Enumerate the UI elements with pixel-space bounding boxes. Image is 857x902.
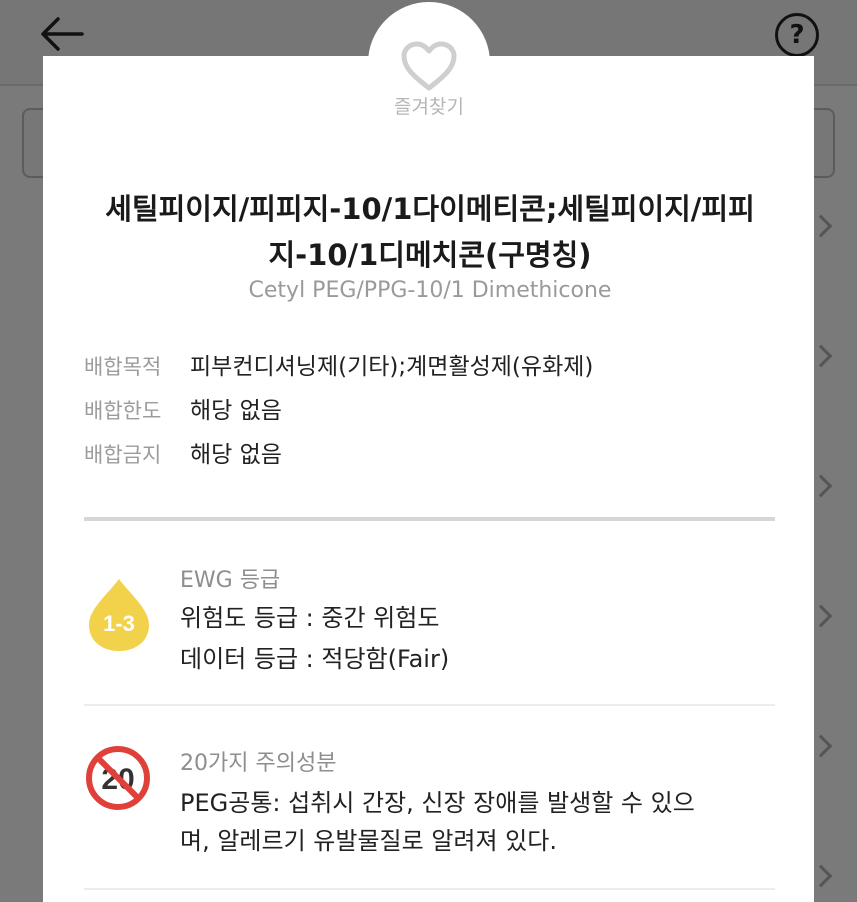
ingredient-name-line-2: 지-10/1디메치콘(구명칭): [268, 238, 592, 272]
caution-text-line-1: PEG공통: 섭취시 간장, 신장 장애를 발생할 수 있으: [180, 789, 695, 817]
caution-text-line-2: 며, 알레르기 유발물질로 알려져 있다.: [180, 827, 557, 855]
section-divider: [84, 517, 775, 521]
section-divider: [84, 704, 775, 706]
ewg-heading: EWG 등급: [180, 568, 281, 593]
caution-heading: 20가지 주의성분: [180, 751, 337, 776]
ingredient-name-line-1: 세틸피이지/피피지-10/1다이메티콘;세틸피이지/피피: [105, 192, 755, 226]
detail-label: 배합한도: [84, 399, 162, 423]
help-icon[interactable]: ?: [775, 13, 819, 57]
ingredient-detail-modal: [43, 56, 814, 902]
ewg-data-grade: 데이터 등급 : 적당함(Fair): [180, 645, 450, 673]
detail-value: 해당 없음: [190, 442, 282, 468]
ewg-badge-text: 1-3: [103, 611, 135, 636]
ingredient-name: 세틸피이지/피피지-10/1다이메티콘;세틸피이지/피피 지-10/1디메치콘(…: [70, 186, 790, 278]
detail-value: 피부컨디셔닝제(기타);계면활성제(유화제): [190, 354, 594, 380]
detail-label: 배합금지: [84, 443, 162, 467]
detail-row-purpose: 배합목적 피부컨디셔닝제(기타);계면활성제(유화제): [84, 347, 593, 381]
detail-row-limit: 배합한도 해당 없음: [84, 391, 282, 425]
favorite-label: 즐겨찾기: [394, 96, 464, 118]
detail-row-prohibited: 배합금지 해당 없음: [84, 435, 282, 469]
back-arrow-icon[interactable]: [38, 14, 86, 54]
ewg-grade-badge: 1-3: [89, 579, 149, 651]
caution-20-icon: 20: [86, 746, 150, 810]
ewg-hazard-grade: 위험도 등급 : 중간 위험도: [180, 604, 440, 632]
favorite-button[interactable]: 즐겨찾기: [368, 40, 490, 140]
heart-outline-icon: [401, 41, 457, 91]
detail-label: 배합목적: [84, 355, 162, 379]
detail-value: 해당 없음: [190, 398, 282, 424]
ingredient-english-name: Cetyl PEG/PPG-10/1 Dimethicone: [248, 278, 612, 303]
section-divider: [84, 888, 775, 890]
